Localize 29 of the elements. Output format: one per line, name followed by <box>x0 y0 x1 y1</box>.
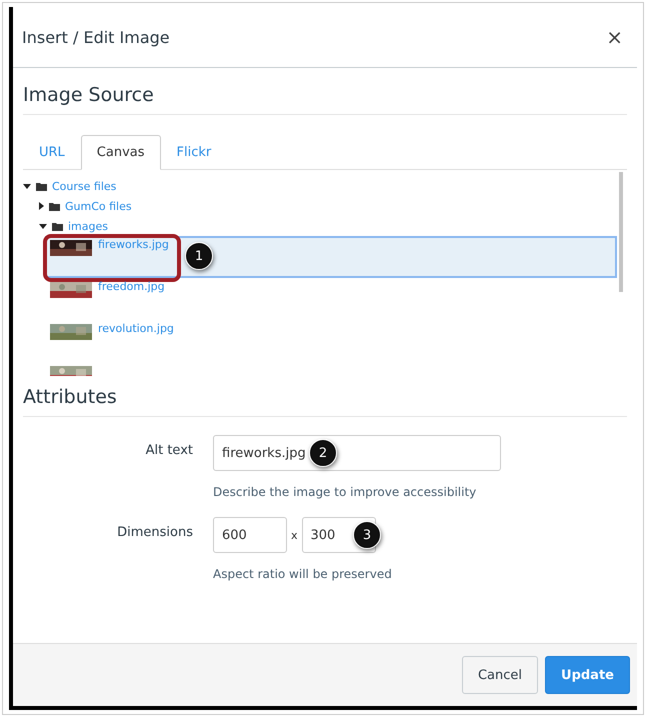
caret-icon[interactable] <box>39 202 44 210</box>
help-text: Describe the image to improve accessibility <box>213 485 478 499</box>
folder-icon <box>36 182 47 190</box>
folder-icon <box>52 222 63 230</box>
file-link[interactable]: fireworks.jpg <box>98 238 169 251</box>
width-field[interactable]: 600 <box>213 517 287 553</box>
field-label: Dimensions <box>116 524 193 542</box>
file-link[interactable]: revolution.jpg <box>98 322 174 335</box>
section-heading: Attributes <box>23 386 627 417</box>
update-button[interactable]: Update <box>545 656 630 694</box>
section-heading: Image Source <box>23 84 627 115</box>
scrollbar[interactable] <box>619 172 623 292</box>
file-link[interactable]: freedom.jpg <box>98 280 165 293</box>
tab[interactable]: URL <box>23 135 81 170</box>
help-text: Aspect ratio will be preserved <box>213 567 393 581</box>
tab[interactable]: Canvas <box>80 135 161 170</box>
folder-link[interactable]: images <box>68 220 108 232</box>
callout-badge: 1 <box>185 242 213 270</box>
folder-link[interactable]: Course files <box>52 180 116 192</box>
times-sign: x <box>291 528 298 542</box>
dialog-title: Insert / Edit Image <box>22 28 170 46</box>
tab[interactable]: Flickr <box>160 135 228 170</box>
field-label: Alt text <box>144 442 193 460</box>
caret-icon[interactable] <box>39 224 47 228</box>
folder-icon <box>49 202 60 210</box>
cancel-button[interactable]: Cancel <box>462 656 538 694</box>
close-button[interactable]: × <box>602 25 627 49</box>
folder-link[interactable]: GumCo files <box>65 200 132 212</box>
caret-icon[interactable] <box>23 184 31 188</box>
